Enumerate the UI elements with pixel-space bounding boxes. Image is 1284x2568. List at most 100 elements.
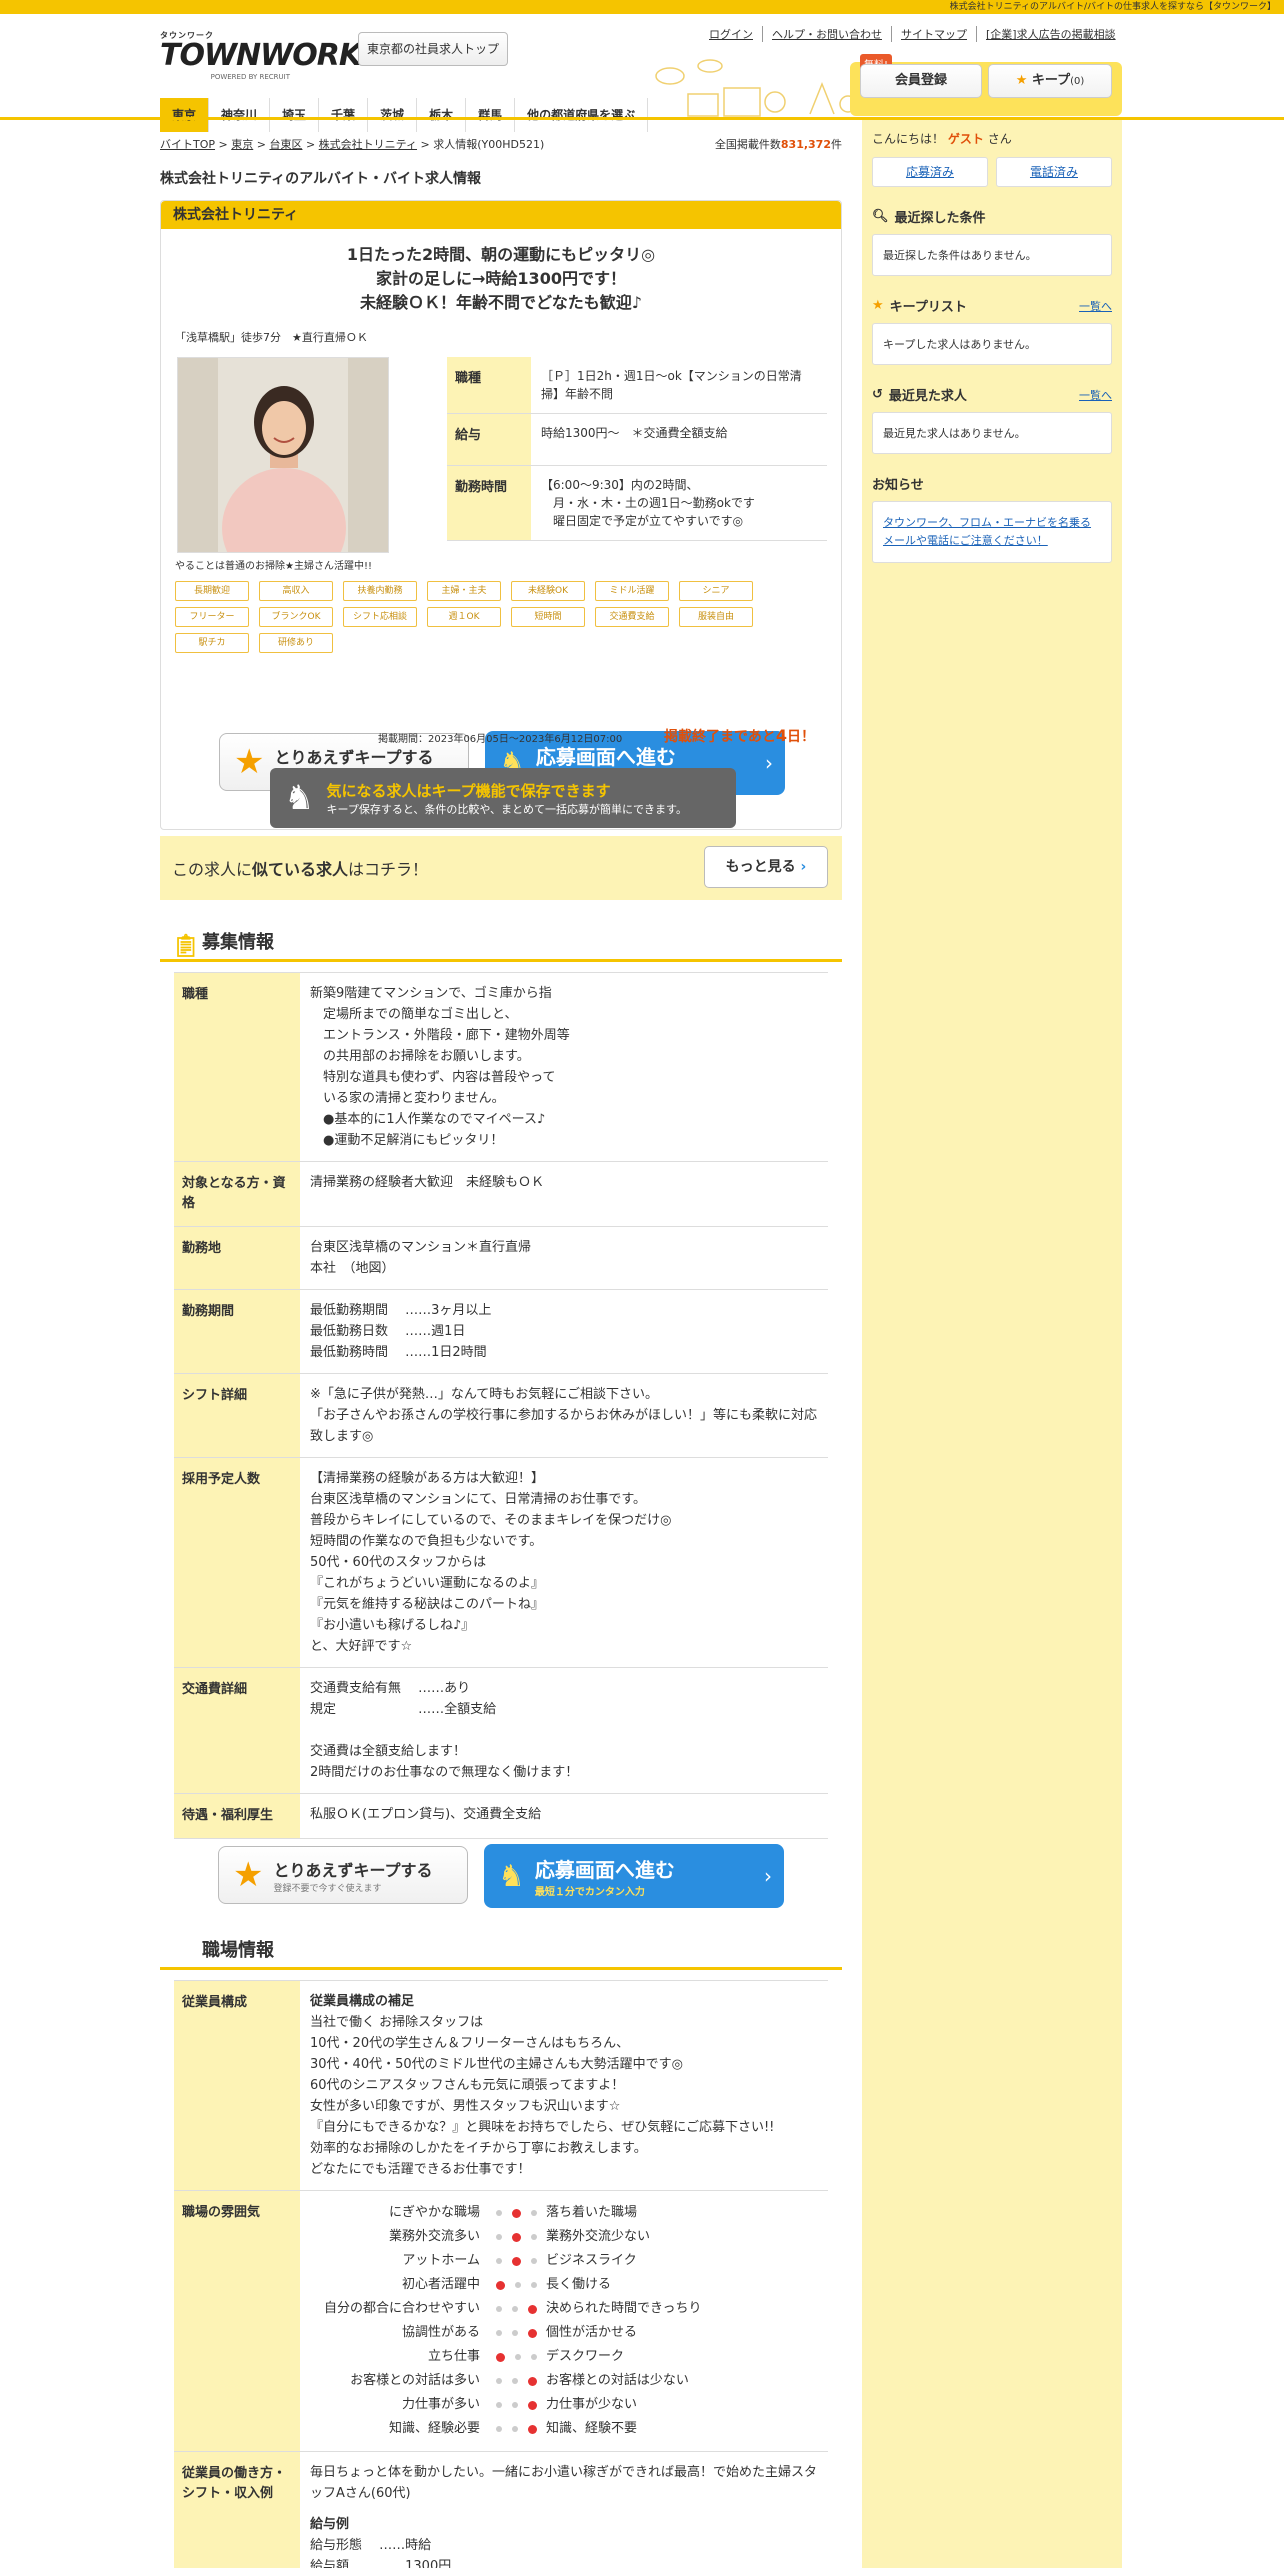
recruit-table: 職種 新築9階建てマンションで、ゴミ庫から指 定場所までの簡単なゴミ出しと、 エン… (174, 972, 828, 1839)
recruit-key: 採用予定人数 (174, 1458, 300, 1667)
sitemap-link[interactable]: サイトマップ (891, 26, 976, 42)
scale-dot (495, 2306, 502, 2312)
feature-tag[interactable]: 週１OK (427, 607, 501, 627)
scale-dot (495, 2426, 502, 2432)
summary-row: 給与 時給1300円～ ＊交通費全額支給 (447, 414, 827, 466)
recruit-row: 勤務地 台東区浅草橋のマンション＊直行直帰 本社 （地図） (174, 1227, 828, 1290)
staff-heading: 従業員構成の補足 (310, 1994, 415, 2009)
breadcrumb-top[interactable]: バイトTOP (160, 138, 215, 151)
atmosphere-indicator (486, 2321, 546, 2345)
nav-kanagawa[interactable]: 神奈川 (209, 98, 271, 132)
atmosphere-right-label: 落ち着いた職場 (546, 2205, 638, 2220)
scale-dot (495, 2258, 502, 2264)
apply-cta-title: 応募画面へ進む (534, 1858, 675, 1882)
feature-tag[interactable]: フリーター (175, 607, 249, 627)
recruit-value: ※「急に子供が発熱…」なんて時もお気軽にご相談下さい。 「お子さんやお孫さんの学… (310, 1387, 818, 1444)
member-register-button[interactable]: 会員登録 (860, 64, 982, 98)
summary-value: 【6:00～9:30】内の2時間、 月・水・木・土の週1日～勤務okです 曜日固… (541, 478, 755, 528)
keep-button[interactable]: ★ キープ(0) (988, 64, 1112, 98)
more-similar-button[interactable]: もっと見る › (704, 846, 828, 888)
recruit-row: 職種 新築9階建てマンションで、ゴミ庫から指 定場所までの簡単なゴミ出しと、 エン… (174, 973, 828, 1162)
scale-dot (511, 2256, 521, 2266)
feature-tag[interactable]: ブランクOK (259, 607, 333, 627)
scale-dot (530, 2354, 537, 2360)
atmosphere-left-label: にぎやかな職場 (388, 2205, 480, 2220)
corporate-ad-link[interactable]: [企業]求人広告の掲載相談 (976, 26, 1125, 42)
history-buttons: 応募済み 電話済み (872, 157, 1112, 187)
feature-tag[interactable]: 長期歓迎 (175, 581, 249, 601)
atmosphere-right-label: お客様との対話は少ない (546, 2373, 689, 2388)
page-title: 株式会社トリニティのアルバイト・バイト求人情報 (160, 171, 482, 187)
feature-tag[interactable]: 服装自由 (679, 607, 753, 627)
feature-tag[interactable]: シフト応相談 (343, 607, 417, 627)
remain-suffix: 日！ (787, 729, 816, 745)
atmosphere-left-label: アットホーム (402, 2253, 480, 2268)
keep-list-heading: ★ キープリスト 一覧へ (872, 296, 1112, 315)
feature-tag[interactable]: 交通費支給 (595, 607, 669, 627)
login-link[interactable]: ログイン (700, 26, 762, 42)
feature-tag[interactable]: 扶養内勤務 (343, 581, 417, 601)
breadcrumb-company[interactable]: 株式会社トリニティ (319, 138, 417, 151)
breadcrumb-current: 求人情報(Y00HD521) (433, 138, 545, 151)
atmosphere-left-label: 業務外交流多い (388, 2229, 480, 2244)
search-icon: 🔍︎ (872, 209, 889, 224)
total-count-value: 831,372 (780, 138, 831, 151)
total-count-label: 全国掲載件数 (714, 138, 781, 151)
breadcrumb-taito[interactable]: 台東区 (269, 138, 302, 151)
logo-powered: POWERED BY RECRUIT (210, 73, 290, 81)
feature-tags: 長期歓迎 高収入 扶養内勤務 主婦・主夫 未経験OK ミドル活躍 シニア フリー… (175, 581, 835, 653)
scale-dot (511, 2330, 518, 2336)
feature-tag[interactable]: シニア (679, 581, 753, 601)
keep-info-banner[interactable]: ♞ 気になる求人はキープ機能で保存できます キープ保存すると、条件の比較や、まとめ… (270, 768, 736, 828)
atmosphere-indicator (486, 2417, 546, 2441)
remaining-days: 掲載終了まであと4日！ (664, 726, 815, 746)
apply-cta-button-2[interactable]: ♞ 応募画面へ進む 最短１分でカンタン入力 › (484, 1844, 784, 1908)
atmosphere-left-label: 立ち仕事 (427, 2349, 480, 2364)
nav-other-prefecture[interactable]: 他の都道府県を選ぶ (515, 98, 649, 132)
feature-tag[interactable]: 未経験OK (511, 581, 585, 601)
scale-dot (511, 2306, 518, 2312)
summary-value: 時給1300円～ ＊交通費全額支給 (541, 426, 728, 440)
feature-tag[interactable]: 高収入 (259, 581, 333, 601)
recruit-key: 勤務期間 (174, 1290, 300, 1373)
feature-tag[interactable]: ミドル活躍 (595, 581, 669, 601)
nav-tochigi[interactable]: 栃木 (417, 98, 467, 132)
atmosphere-row: 職場の雰囲気 にぎやかな職場 落ち着いた職場 業務外交流多い 業務外交流少ない アットホ… (174, 2191, 828, 2452)
notice-link[interactable]: タウンワーク、フロム・エーナビを名乗るメールや電話にご注意ください！ (883, 516, 1091, 547)
staff-key: 従業員構成 (174, 1981, 300, 2190)
called-button[interactable]: 電話済み (996, 157, 1112, 187)
nav-gunma[interactable]: 群馬 (466, 98, 516, 132)
recruit-row: 対象となる方・資格 清掃業務の経験者大歓迎 未経験もＯＫ (174, 1162, 828, 1227)
townwork-logo[interactable]: タウンワーク TOWNWORK POWERED BY RECRUIT (160, 30, 362, 86)
prefecture-nav: 東京 神奈川 埼玉 千葉 茨城 栃木 群馬 他の都道府県を選ぶ (160, 98, 649, 132)
keep-list-link[interactable]: 一覧へ (1079, 298, 1112, 314)
total-count: 全国掲載件数831,372件 (715, 136, 842, 152)
atmosphere-left-label: 協調性がある (401, 2325, 480, 2340)
keep-cta-button-2[interactable]: ★ とりあえずキープする 登録不要で今すぐ使えます (218, 1846, 468, 1904)
applied-button[interactable]: 応募済み (872, 157, 988, 187)
nav-saitama[interactable]: 埼玉 (270, 98, 320, 132)
atmosphere-indicator (486, 2201, 546, 2225)
feature-tag[interactable]: 駅チカ (175, 633, 249, 653)
workstyle-key: 従業員の働き方・シフト・収入例 (174, 2452, 300, 2568)
atmosphere-right-label: ビジネスライク (546, 2253, 637, 2268)
atmosphere-indicator (486, 2249, 546, 2273)
feature-tag[interactable]: 研修あり (259, 633, 333, 653)
workplace-section-label: 職場情報 (202, 1940, 274, 1961)
workplace-section-title: 職場情報 (160, 1928, 842, 1970)
staff-row: 従業員構成 従業員構成の補足 当社で働く お掃除スタッフは 10代・20代の学生さ… (174, 1981, 828, 2191)
help-link[interactable]: ヘルプ・お問い合わせ (762, 26, 891, 42)
keep-button-label: キープ (1031, 73, 1071, 88)
scale-dot (495, 2234, 502, 2240)
feature-tag[interactable]: 短時間 (511, 607, 585, 627)
nav-chiba[interactable]: 千葉 (319, 98, 369, 132)
workplace-table: 従業員構成 従業員構成の補足 当社で働く お掃除スタッフは 10代・20代の学生さ… (174, 1980, 828, 2568)
feature-tag[interactable]: 主婦・主夫 (427, 581, 501, 601)
recent-view-link[interactable]: 一覧へ (1079, 387, 1112, 403)
nav-ibaraki[interactable]: 茨城 (368, 98, 418, 132)
atmosphere-right-label: 知識、経験不要 (546, 2421, 638, 2436)
breadcrumb-tokyo[interactable]: 東京 (231, 138, 253, 151)
employee-top-button[interactable]: 東京都の社員求人トップ (358, 32, 508, 66)
recruit-value: 私服ＯＫ(エプロン貸与)、交通費全支給 (310, 1807, 542, 1822)
nav-tokyo[interactable]: 東京 (160, 98, 210, 132)
